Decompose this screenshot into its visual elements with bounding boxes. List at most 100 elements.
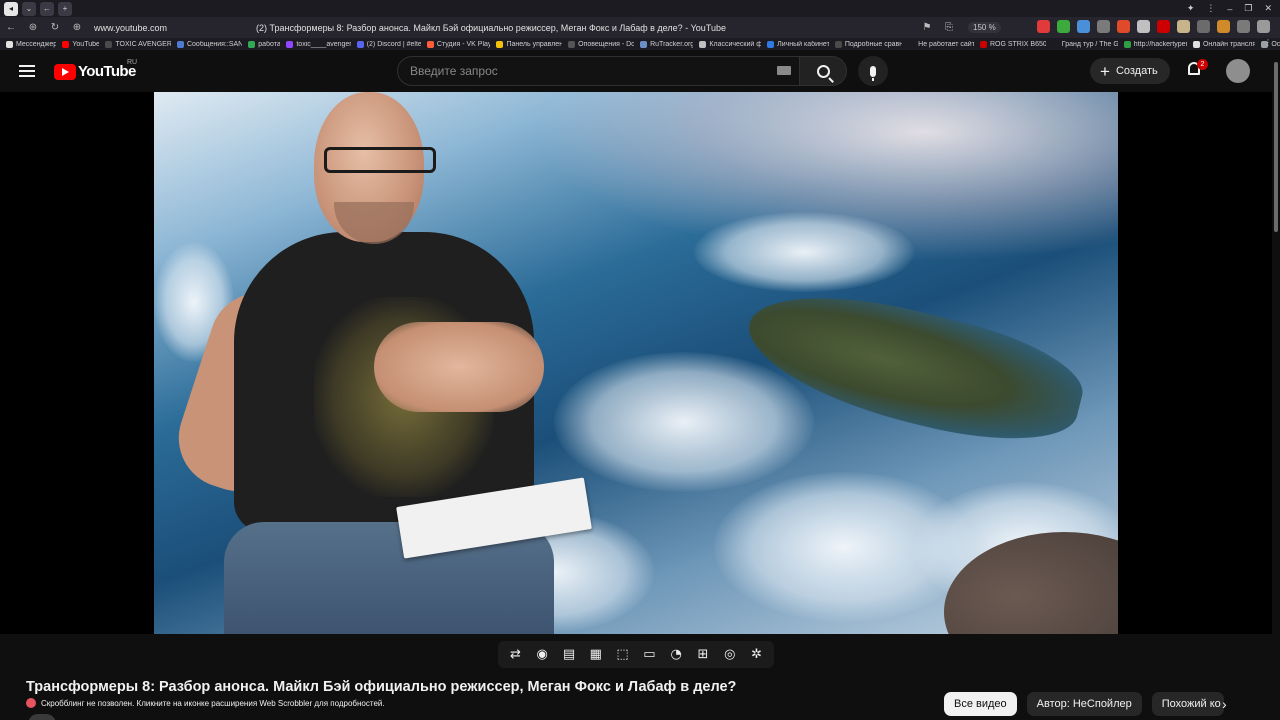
- share-icon[interactable]: ⎘: [938, 22, 960, 33]
- bookmark-label: TOXIC AVENGER: [115, 40, 171, 48]
- bookmark-favicon-icon: [62, 40, 70, 48]
- presenter: [165, 92, 614, 634]
- add-to-playlist-icon[interactable]: ⊞: [693, 645, 712, 664]
- notification-badge: 2: [1197, 59, 1208, 70]
- keyboard-icon[interactable]: [777, 66, 791, 75]
- scrollbar-thumb[interactable]: [1274, 62, 1278, 232]
- minimize-icon[interactable]: –: [1227, 4, 1232, 14]
- bookmark-item[interactable]: YouTube: [62, 40, 99, 48]
- extension-icon[interactable]: [1077, 20, 1090, 33]
- bookmark-icon[interactable]: ⚑: [916, 22, 938, 33]
- reload-icon[interactable]: ↻: [44, 22, 66, 33]
- window-controls: ✦ ⋮ – ❐ ✕: [1187, 0, 1272, 17]
- bookmark-favicon-icon: [105, 40, 113, 48]
- bookmark-item[interactable]: Мессенджер: [6, 40, 56, 48]
- back-tab-icon[interactable]: ←: [40, 1, 54, 16]
- channel-avatar[interactable]: [28, 714, 56, 720]
- bookmark-item[interactable]: работа: [248, 40, 280, 48]
- extension-icon[interactable]: [1217, 20, 1230, 33]
- extension-icon[interactable]: [1237, 20, 1250, 33]
- pin-icon[interactable]: ✦: [1187, 3, 1195, 14]
- chip-all-videos[interactable]: Все видео: [944, 692, 1017, 716]
- bookmark-label: toxic____avenger: [296, 40, 351, 48]
- bookmark-favicon-icon: [286, 40, 294, 48]
- shield-icon[interactable]: ⊛: [22, 22, 44, 33]
- back-icon[interactable]: ←: [0, 22, 22, 33]
- video-player[interactable]: [0, 92, 1280, 634]
- bookmarks-bar: Мессенджер YouTube TOXIC AVENGER Сообщения:…: [0, 38, 1280, 50]
- settings-icon[interactable]: ✲: [747, 645, 766, 664]
- extension-icon[interactable]: [1057, 20, 1070, 33]
- chip-similar[interactable]: Похожий ко: [1151, 692, 1224, 716]
- chip-author[interactable]: Автор: НеСпойлер: [1026, 692, 1142, 716]
- bookmark-item[interactable]: Классический ф: [699, 40, 761, 48]
- extension-icon[interactable]: [1197, 20, 1210, 33]
- screenshot-icon[interactable]: ◎: [720, 645, 739, 664]
- extension-icon[interactable]: [1037, 20, 1050, 33]
- youtube-logo[interactable]: YouTube: [54, 63, 136, 80]
- region-code: RU: [127, 59, 138, 66]
- scrobbler-notice[interactable]: Скробблинг не позволен. Кликните на икон…: [26, 698, 385, 708]
- bookmark-item[interactable]: Личный кабинет: [767, 40, 829, 48]
- bookmark-item[interactable]: Подробные сравн: [834, 40, 902, 48]
- page-scrollbar[interactable]: [1272, 50, 1280, 720]
- bookmark-item[interactable]: Сообщения::SAN: [176, 40, 243, 48]
- speed-icon[interactable]: ◔: [667, 645, 686, 664]
- fullscreen-window-icon[interactable]: ⬚: [613, 645, 632, 664]
- player-controls-bar: ⇄ ◉ ▤ ▦ ⬚ ▭ ◔ ⊞ ◎ ✲: [498, 641, 774, 668]
- bookmark-item[interactable]: Панель управлен: [496, 40, 562, 48]
- sound-icon[interactable]: ◂: [4, 1, 18, 16]
- bookmark-item[interactable]: Не работает сайт: [908, 40, 974, 48]
- bookmark-item[interactable]: http://hackertyper: [1123, 40, 1187, 48]
- notifications-button[interactable]: 2: [1186, 59, 1208, 80]
- broadcast-icon[interactable]: ◉: [533, 645, 552, 664]
- video-title: Трансформеры 8: Разбор анонса. Майкл Бэй…: [26, 679, 737, 695]
- search-button[interactable]: [799, 56, 847, 86]
- bookmark-item[interactable]: (2) Discord | #elte: [356, 40, 421, 48]
- extension-icon[interactable]: [1177, 20, 1190, 33]
- voice-search-button[interactable]: [858, 56, 888, 86]
- loop-icon[interactable]: ⇄: [506, 645, 525, 664]
- bookmark-item[interactable]: Гранд тур / The G: [1051, 40, 1118, 48]
- extension-icon[interactable]: [1097, 20, 1110, 33]
- close-icon[interactable]: ✕: [1264, 3, 1272, 14]
- bookmark-item[interactable]: ROG STRIX B650: [979, 40, 1046, 48]
- cinema-mode-icon[interactable]: ▦: [586, 645, 605, 664]
- lock-icon: ⊕: [72, 22, 82, 33]
- bookmark-favicon-icon: [496, 40, 504, 48]
- playlist-icon[interactable]: ▤: [559, 645, 578, 664]
- menu-icon[interactable]: [19, 65, 35, 77]
- extension-icon[interactable]: [1137, 20, 1150, 33]
- bookmark-item[interactable]: TOXIC AVENGER: [105, 40, 171, 48]
- related-chips: Все видео Автор: НеСпойлер Похожий ко: [944, 692, 1224, 716]
- restore-icon[interactable]: ❐: [1244, 3, 1252, 14]
- bookmarks-overflow-icon[interactable]: ⋮: [1264, 38, 1272, 47]
- url-field[interactable]: www.youtube.com: [94, 23, 254, 33]
- chevron-right-icon[interactable]: ›: [1222, 696, 1227, 712]
- bookmark-label: Сообщения::SAN: [186, 40, 243, 48]
- glasses: [324, 147, 436, 173]
- page-title: (2) Трансформеры 8: Разбор анонса. Майкл…: [256, 22, 726, 33]
- video-frame[interactable]: [154, 92, 1118, 634]
- bookmark-item[interactable]: RuTracker.org: [640, 40, 693, 48]
- extension-icon[interactable]: [1117, 20, 1130, 33]
- bookmark-label: Личный кабинет: [777, 40, 829, 48]
- more-icon[interactable]: ⋮: [1206, 3, 1215, 14]
- create-button[interactable]: + Создать: [1090, 58, 1170, 84]
- tab-list-icon[interactable]: ⌄: [22, 1, 36, 16]
- search-input[interactable]: [410, 57, 770, 85]
- bookmark-label: http://hackertyper: [1133, 40, 1187, 48]
- new-tab-icon[interactable]: +: [58, 1, 72, 16]
- bookmark-label: Гранд тур / The G: [1061, 40, 1118, 48]
- extension-icon[interactable]: [1257, 20, 1270, 33]
- avatar[interactable]: [1226, 59, 1250, 83]
- bookmark-item[interactable]: toxic____avenger: [286, 40, 351, 48]
- bookmark-item[interactable]: Студия - VK Play: [426, 40, 490, 48]
- zoom-indicator[interactable]: 150 %: [968, 22, 1001, 33]
- bookmark-favicon-icon: [1192, 40, 1200, 48]
- bookmark-item[interactable]: Оповещения - Do: [568, 40, 634, 48]
- bookmark-favicon-icon: [426, 40, 434, 48]
- bookmark-item[interactable]: Онлайн трансля: [1192, 40, 1255, 48]
- subtitles-icon[interactable]: ▭: [640, 645, 659, 664]
- extension-icon[interactable]: [1157, 20, 1170, 33]
